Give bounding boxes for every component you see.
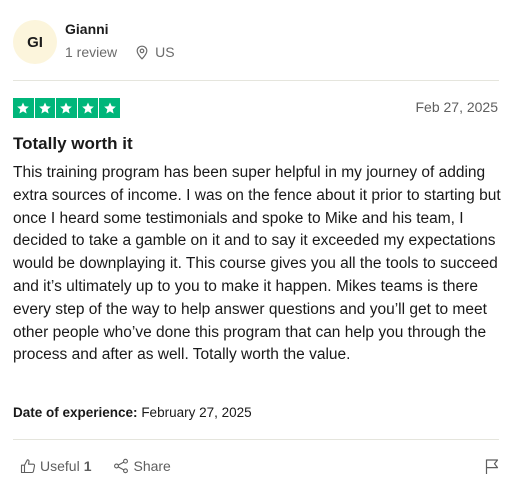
flag-icon: [485, 459, 499, 474]
review-actions: Useful 1 Share: [20, 458, 171, 474]
share-icon: [114, 458, 129, 474]
reviewer-location: US: [135, 44, 175, 60]
star-rating: [13, 98, 120, 118]
star-icon: [99, 98, 120, 118]
useful-label: Useful: [40, 458, 80, 474]
avatar[interactable]: GI: [13, 20, 57, 64]
review-date: Feb 27, 2025: [415, 99, 498, 115]
location-pin-icon: [136, 45, 148, 60]
reviewer-meta: Gianni 1 review US: [65, 21, 175, 60]
reviewer-header: GI Gianni 1 review US: [13, 20, 175, 64]
report-button[interactable]: [484, 458, 500, 480]
useful-button[interactable]: Useful 1: [20, 458, 91, 474]
share-button[interactable]: Share: [113, 458, 171, 474]
star-icon: [56, 98, 77, 118]
review-title[interactable]: Totally worth it: [13, 134, 133, 154]
reviewer-name[interactable]: Gianni: [65, 20, 175, 38]
country-code: US: [155, 44, 175, 60]
divider-bottom: [13, 439, 499, 440]
reviewer-stats: 1 review US: [65, 44, 175, 60]
experience-label: Date of experience:: [13, 405, 138, 420]
star-icon: [34, 98, 56, 118]
share-label: Share: [133, 458, 171, 474]
avatar-initials: GI: [27, 33, 43, 51]
review-body: This training program has been super hel…: [13, 164, 501, 364]
review-count: 1 review: [65, 44, 118, 60]
experience-date: February 27, 2025: [141, 405, 252, 420]
star-icon: [77, 98, 99, 118]
star-icon: [13, 98, 34, 118]
useful-count: 1: [83, 458, 92, 474]
date-of-experience: Date of experience: February 27, 2025: [13, 405, 252, 420]
thumbs-up-icon: [20, 459, 36, 474]
divider-top: [13, 80, 499, 81]
